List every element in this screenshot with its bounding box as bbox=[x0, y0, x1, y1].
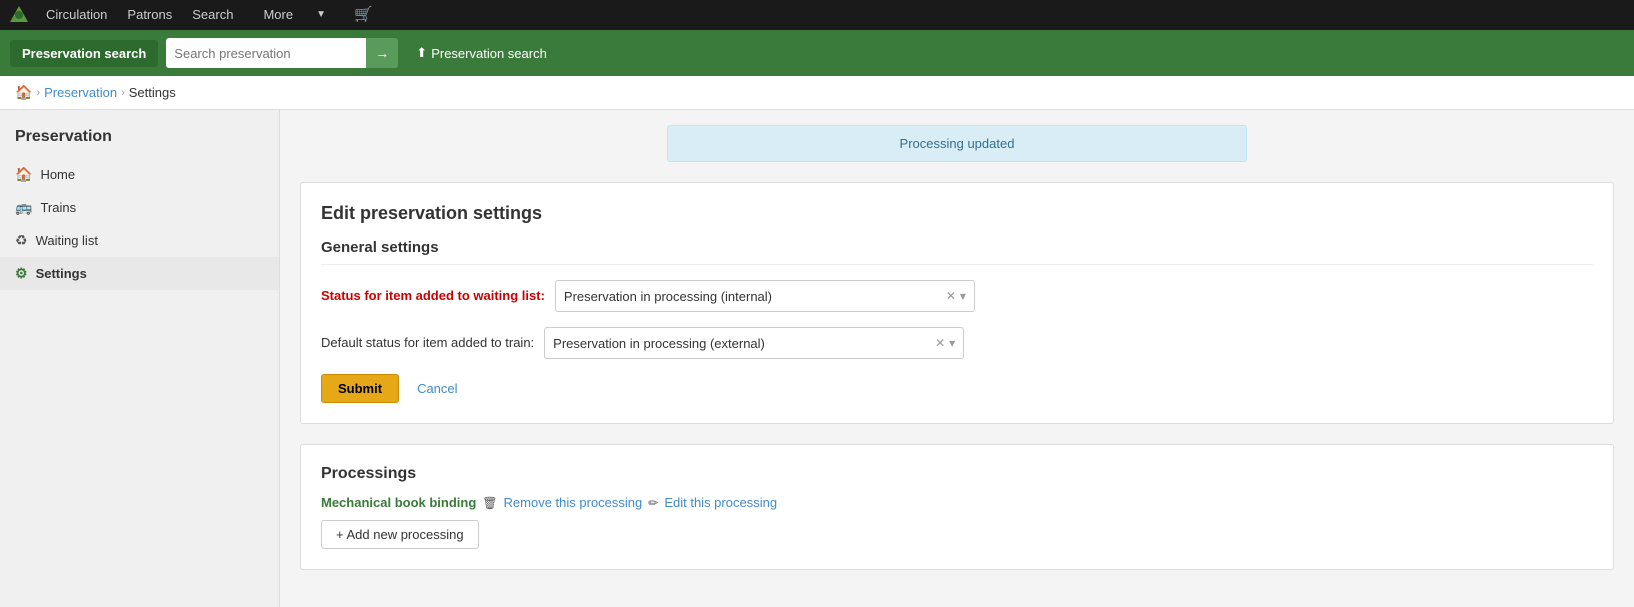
status-waiting-label: Status for item added to waiting list: bbox=[321, 287, 545, 305]
trash-icon: 🗑 bbox=[482, 496, 497, 510]
alert-banner: Processing updated bbox=[667, 125, 1247, 162]
sidebar-item-waiting-list[interactable]: ♻ Waiting list bbox=[0, 224, 279, 257]
sidebar-item-trains-label: Trains bbox=[40, 200, 76, 215]
general-settings-section: General settings Status for item added t… bbox=[321, 239, 1593, 403]
trains-icon: 🚌 bbox=[15, 199, 32, 216]
sidebar-item-settings[interactable]: ⚙ Settings bbox=[0, 257, 279, 290]
search-input[interactable] bbox=[166, 38, 366, 68]
sidebar-item-waiting-list-label: Waiting list bbox=[36, 233, 98, 248]
breadcrumb-preservation[interactable]: Preservation bbox=[44, 85, 117, 100]
status-waiting-control: Preservation in processing (internal) ✕ … bbox=[555, 280, 975, 312]
sidebar: Preservation 🏠 Home 🚌 Trains ♻ Waiting l… bbox=[0, 110, 280, 607]
nav-patrons[interactable]: Patrons bbox=[117, 0, 182, 30]
green-bar: Preservation search → ⬆ Preservation sea… bbox=[0, 30, 1634, 76]
search-box: → bbox=[166, 38, 398, 68]
status-waiting-select[interactable]: Preservation in processing (internal) ✕ … bbox=[555, 280, 975, 312]
settings-card: Edit preservation settings General setti… bbox=[300, 182, 1614, 424]
logo bbox=[8, 4, 30, 26]
clear-waiting-icon[interactable]: ✕ bbox=[946, 289, 956, 303]
processing-item: Mechanical book binding 🗑 Remove this pr… bbox=[321, 495, 1593, 510]
pencil-icon: ✏ bbox=[648, 496, 658, 510]
chevron-waiting-icon[interactable]: ▾ bbox=[960, 289, 966, 303]
sidebar-title: Preservation bbox=[0, 120, 279, 158]
cancel-button[interactable]: Cancel bbox=[409, 375, 465, 402]
edit-processing-link[interactable]: Edit this processing bbox=[664, 495, 777, 510]
status-train-control: Preservation in processing (external) ✕ … bbox=[544, 327, 964, 359]
sidebar-item-home-label: Home bbox=[40, 167, 75, 182]
add-processing-button[interactable]: + Add new processing bbox=[321, 520, 479, 549]
processing-name: Mechanical book binding bbox=[321, 495, 476, 510]
preservation-search-link[interactable]: ⬆ Preservation search bbox=[416, 45, 547, 61]
page-title: Edit preservation settings bbox=[321, 203, 1593, 224]
breadcrumb-settings: Settings bbox=[129, 85, 176, 100]
status-train-value: Preservation in processing (external) bbox=[553, 336, 935, 351]
home-nav-icon: 🏠 bbox=[15, 166, 32, 183]
status-train-row: Default status for item added to train: … bbox=[321, 327, 1593, 359]
nav-more[interactable]: More ▼ bbox=[243, 0, 346, 30]
chevron-train-icon[interactable]: ▾ bbox=[949, 336, 955, 350]
breadcrumb-sep-1: › bbox=[36, 87, 40, 99]
clear-train-icon[interactable]: ✕ bbox=[935, 336, 945, 350]
status-train-select[interactable]: Preservation in processing (external) ✕ … bbox=[544, 327, 964, 359]
sidebar-item-trains[interactable]: 🚌 Trains bbox=[0, 191, 279, 224]
upload-icon: ⬆ bbox=[416, 45, 427, 61]
waiting-list-icon: ♻ bbox=[15, 232, 28, 249]
home-icon[interactable]: 🏠 bbox=[15, 84, 32, 101]
main-layout: Preservation 🏠 Home 🚌 Trains ♻ Waiting l… bbox=[0, 110, 1634, 607]
processings-card: Processings Mechanical book binding 🗑 Re… bbox=[300, 444, 1614, 570]
cart-icon[interactable]: 🛒 bbox=[346, 0, 381, 30]
form-buttons: Submit Cancel bbox=[321, 374, 1593, 403]
status-waiting-value: Preservation in processing (internal) bbox=[564, 289, 946, 304]
search-button[interactable]: → bbox=[366, 38, 398, 68]
processings-title: Processings bbox=[321, 465, 1593, 483]
general-settings-title: General settings bbox=[321, 239, 1593, 265]
sidebar-item-settings-label: Settings bbox=[36, 266, 87, 281]
status-waiting-row: Status for item added to waiting list: P… bbox=[321, 280, 1593, 312]
nav-circulation[interactable]: Circulation bbox=[36, 0, 117, 30]
status-train-label: Default status for item added to train: bbox=[321, 334, 534, 352]
top-nav: Circulation Patrons Search More ▼ 🛒 bbox=[0, 0, 1634, 30]
settings-icon: ⚙ bbox=[15, 265, 28, 282]
brand-label: Preservation search bbox=[10, 40, 158, 67]
sidebar-item-home[interactable]: 🏠 Home bbox=[0, 158, 279, 191]
alert-text: Processing updated bbox=[900, 136, 1015, 151]
breadcrumb: 🏠 › Preservation › Settings bbox=[0, 76, 1634, 110]
main-content: Processing updated Edit preservation set… bbox=[280, 110, 1634, 607]
remove-processing-link[interactable]: Remove this processing bbox=[504, 495, 643, 510]
breadcrumb-sep-2: › bbox=[121, 87, 125, 99]
submit-button[interactable]: Submit bbox=[321, 374, 399, 403]
nav-search[interactable]: Search bbox=[182, 0, 243, 30]
